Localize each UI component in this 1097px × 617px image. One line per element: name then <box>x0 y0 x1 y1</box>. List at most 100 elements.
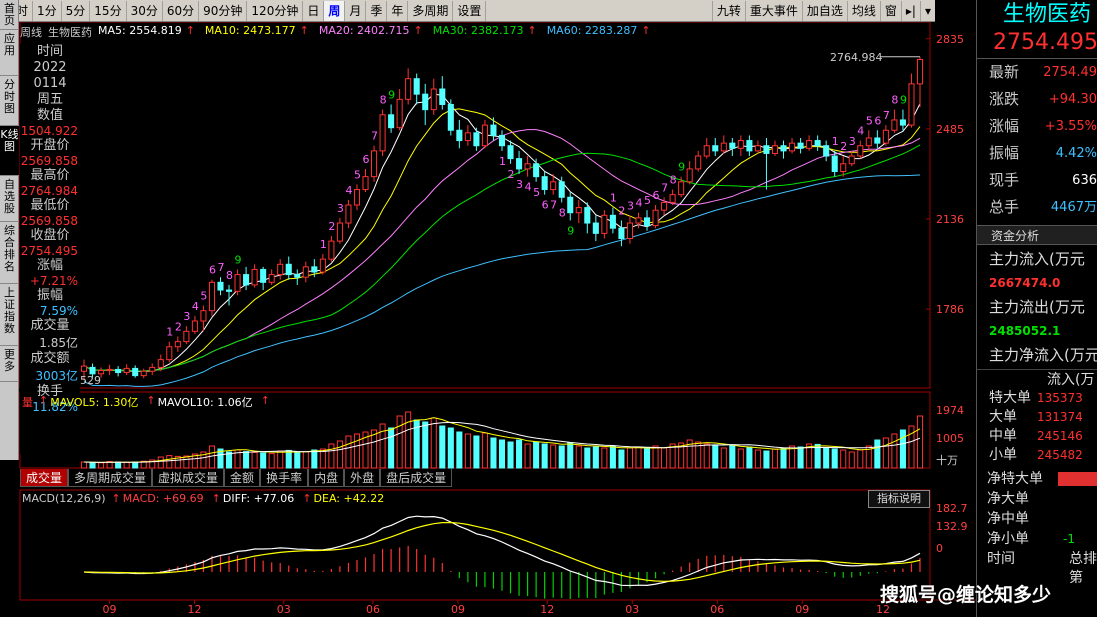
net-label: 净小单 <box>987 531 1029 547</box>
candle-body <box>243 274 250 286</box>
candle-body <box>157 359 164 368</box>
candle-body <box>388 114 395 129</box>
volume-bar <box>208 445 215 469</box>
price-axis-label: 2835 <box>936 33 964 46</box>
toolbar-button-4[interactable]: 窗 <box>879 0 901 21</box>
toolbar-button-3[interactable]: 均线 <box>846 0 880 21</box>
nine-turn-label: 4 <box>345 184 352 197</box>
tab-period-6[interactable]: 90分钟 <box>199 0 248 21</box>
candle-body <box>191 320 198 332</box>
left-nav-item-3[interactable]: K线图 <box>0 126 19 176</box>
quote-value: +3.55% <box>1044 119 1097 134</box>
tab-period-12[interactable]: 年 <box>387 0 409 21</box>
volume-bar <box>371 429 378 469</box>
candle-body <box>217 281 224 291</box>
subtab-3[interactable]: 金额 <box>224 469 261 487</box>
tab-period-8[interactable]: 日 <box>303 0 325 21</box>
tab-period-10[interactable]: 月 <box>345 0 367 21</box>
nine-turn-label: 2 <box>618 204 625 217</box>
toolbar-button-0[interactable]: 九转 <box>711 0 745 21</box>
left-nav-item-2[interactable]: 分时图 <box>0 76 19 126</box>
candle-body <box>789 142 796 152</box>
tab-period-4[interactable]: 30分 <box>127 0 163 21</box>
volume-bar <box>848 451 855 469</box>
kline-chart[interactable]: 12345678 91 23456 789123 4 56 78912 3 4 5 67891 2 34… <box>0 22 976 617</box>
subtab-7[interactable]: 盘后成交量 <box>380 469 453 487</box>
inflow-value: 2667474.0 <box>989 276 1061 290</box>
subtab-5[interactable]: 内盘 <box>308 469 345 487</box>
outflow-label: 主力流出(万元 <box>989 298 1085 316</box>
tab-period-1[interactable]: 1分 <box>33 0 62 21</box>
candle-body <box>336 222 343 242</box>
change-value: +7.21% <box>29 274 78 288</box>
left-nav-item-5[interactable]: 综合排名 <box>0 222 19 284</box>
candle-body <box>686 168 693 183</box>
candle-body <box>447 103 454 131</box>
volume-bar <box>157 456 164 469</box>
candle-body <box>848 155 855 165</box>
nine-turn-label: 2 <box>328 220 335 233</box>
volume-bar <box>899 429 906 469</box>
tab-period-7[interactable]: 120分钟 <box>247 0 304 21</box>
ma-legend-item-1: MA10: 2473.177 <box>204 24 296 37</box>
volume-bar <box>260 452 267 469</box>
nine-turn-label: 3 <box>849 135 856 148</box>
order-row: 特大单 135373 <box>977 389 1097 408</box>
left-nav-item-0[interactable]: 首页 <box>0 0 19 30</box>
toolbar-button-1[interactable]: 重大事件 <box>744 0 802 21</box>
tab-period-14[interactable]: 设置 <box>453 0 487 21</box>
candle-body <box>516 158 523 170</box>
nine-turn-label: 3 <box>337 202 344 215</box>
subtab-0[interactable]: 成交量 <box>20 469 69 487</box>
tab-period-13[interactable]: 多周期 <box>408 0 454 21</box>
time-axis-label: 06 <box>710 603 724 616</box>
tab-period-9[interactable]: 周 <box>324 0 346 21</box>
order-value: 245146 <box>1037 429 1083 443</box>
nine-turn-label: 7 <box>217 261 224 274</box>
price-axis-label: 1786 <box>936 303 964 316</box>
fund-analysis-header[interactable]: 资金分析 <box>977 225 1097 245</box>
net-label: 净特大单 <box>987 471 1043 487</box>
indicator-help-button[interactable]: 指标说明 <box>868 490 930 508</box>
nine-turn-label: 4 <box>525 181 532 194</box>
left-nav-item-7[interactable]: 更多 <box>0 346 19 382</box>
left-nav-item-4[interactable]: 自选股 <box>0 176 19 222</box>
subtab-4[interactable]: 换手率 <box>260 469 309 487</box>
candle-body <box>353 189 361 206</box>
candle-body <box>831 155 838 172</box>
nine-turn-label: 9 <box>388 88 395 101</box>
nine-turn-label: 9 <box>900 94 907 107</box>
stock-name: 生物医药 <box>1003 2 1092 27</box>
macd-name: MACD(12,26,9) <box>22 492 106 505</box>
period-toolbar: 分时1分5分15分30分60分90分钟120分钟日周月季年多周期设置 九转重大事… <box>0 0 935 22</box>
subtab-2[interactable]: 虚拟成交量 <box>152 469 225 487</box>
tab-period-2[interactable]: 5分 <box>62 0 91 21</box>
volume-bar <box>516 439 523 469</box>
volume-bar <box>115 461 122 469</box>
nine-turn-label: 1 <box>499 155 506 168</box>
volume-bar <box>661 447 668 469</box>
left-nav-item-1[interactable]: 应用 <box>0 30 19 76</box>
quote-row: 最新 2754.49 <box>977 59 1097 86</box>
scroll-right-icon[interactable]: ▸| <box>900 0 920 21</box>
toolbar-button-2[interactable]: 加自选 <box>801 0 847 21</box>
footer-rank-label: 总排 <box>1069 551 1097 567</box>
volume-bar <box>763 450 770 469</box>
tab-period-11[interactable]: 季 <box>366 0 388 21</box>
volume-bar <box>311 449 318 469</box>
quote-label: 最新 <box>989 63 1020 81</box>
subtab-6[interactable]: 外盘 <box>344 469 381 487</box>
dropdown-icon[interactable]: ▾ <box>919 0 935 21</box>
nine-turn-label: 5 <box>533 186 540 199</box>
candle-body <box>311 266 318 273</box>
quote-value: 636 <box>1072 173 1097 188</box>
nine-turn-label: 9 <box>678 161 685 174</box>
time-axis-label: 12 <box>188 603 202 616</box>
nine-turn-label: 8 <box>891 94 898 107</box>
tab-period-5[interactable]: 60分 <box>163 0 200 21</box>
candle-body <box>592 222 599 234</box>
tab-period-3[interactable]: 15分 <box>90 0 127 21</box>
subtab-1[interactable]: 多周期成交量 <box>68 469 153 487</box>
left-nav-item-6[interactable]: 上证指数 <box>0 284 19 346</box>
candle-body <box>89 366 96 375</box>
